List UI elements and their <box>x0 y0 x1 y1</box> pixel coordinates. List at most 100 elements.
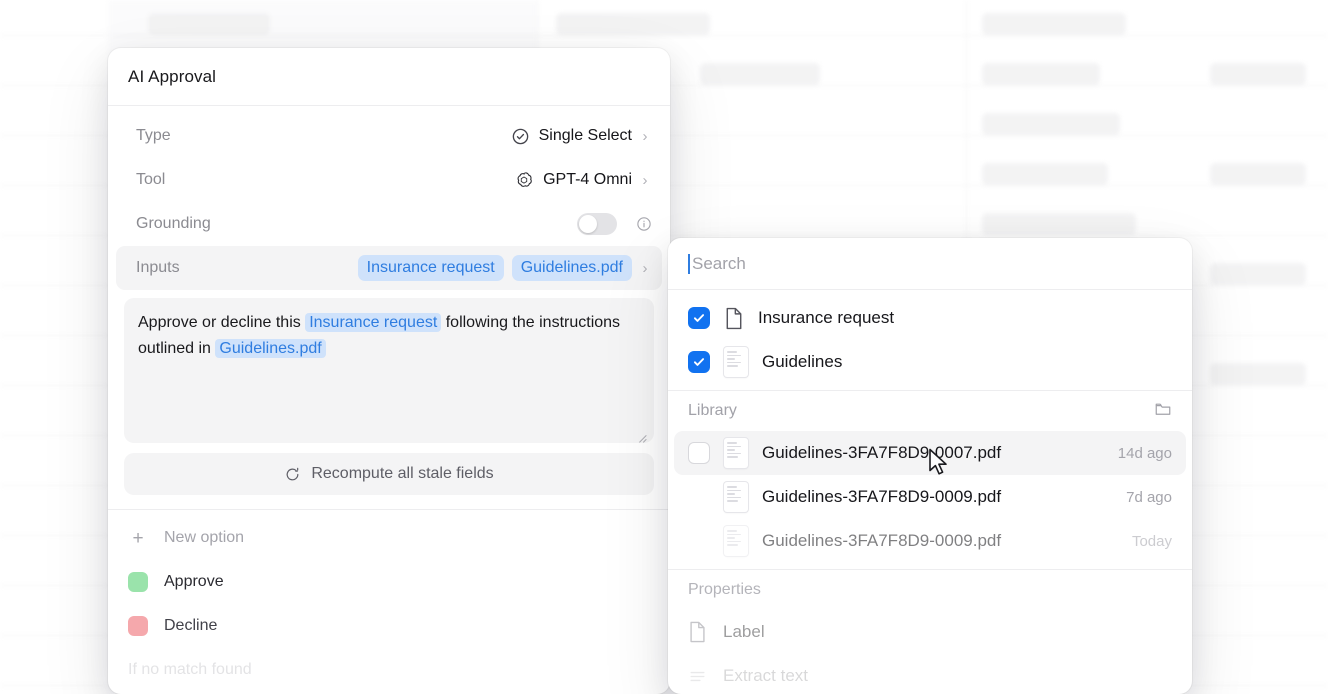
field-title[interactable]: AI Approval <box>128 67 216 87</box>
search-input[interactable]: Search <box>692 254 746 274</box>
option-label: Decline <box>164 617 218 634</box>
background-cell-placeholder <box>1210 163 1306 185</box>
doc-thumbnail-icon <box>724 438 748 468</box>
doc-thumbnail-icon <box>724 526 748 556</box>
option-row-decline[interactable]: Decline <box>108 604 670 648</box>
library-item-label: Guidelines-3FA7F8D9-0007.pdf <box>762 443 1002 462</box>
property-label-inputs: Inputs <box>136 259 180 276</box>
field-panel-header: AI Approval <box>108 48 670 106</box>
input-chip-list: Insurance request Guidelines.pdf <box>357 255 632 281</box>
prompt-token[interactable]: Guidelines.pdf <box>215 339 326 358</box>
prompt-segment-text: Approve or decline this <box>138 314 306 331</box>
property-item-label: Extract text <box>723 666 809 685</box>
checkbox-unchecked[interactable] <box>688 442 710 464</box>
property-row-tool[interactable]: Tool GPT-4 Omni › <box>116 158 662 202</box>
prompt-token[interactable]: Insurance request <box>305 313 442 332</box>
property-value-inputs: Insurance request Guidelines.pdf <box>357 255 632 281</box>
doc-thumbnail-icon <box>724 482 748 512</box>
input-chip[interactable]: Insurance request <box>357 255 504 281</box>
property-item-label[interactable]: Label <box>674 610 1186 654</box>
background-cell-placeholder <box>982 113 1120 135</box>
properties-section-header: Properties <box>668 570 1192 610</box>
library-item-timestamp: 14d ago <box>1117 444 1172 462</box>
option-row-no-match[interactable]: If no match found <box>108 648 670 692</box>
background-cell-placeholder <box>982 13 1126 35</box>
check-circle-icon <box>511 127 530 146</box>
library-title: Library <box>688 402 737 419</box>
library-item-timestamp: Today <box>1131 532 1172 550</box>
recompute-label: Recompute all stale fields <box>311 465 494 482</box>
background-cell-placeholder <box>1210 363 1306 385</box>
property-row-inputs[interactable]: Inputs Insurance request Guidelines.pdf … <box>116 246 662 290</box>
picker-item-insurance-request[interactable]: Insurance request <box>674 296 1186 340</box>
properties-title: Properties <box>688 581 761 598</box>
input-chip[interactable]: Guidelines.pdf <box>511 255 632 281</box>
selected-items-list: Insurance request Guidelines <box>668 290 1192 384</box>
option-label: Approve <box>164 573 224 590</box>
property-value-grounding <box>577 213 652 235</box>
field-panel-body: Type Single Select › Tool GPT-4 Omni › G… <box>108 106 670 692</box>
option-color-swatch <box>128 572 148 592</box>
background-cell-placeholder <box>148 13 270 35</box>
doc-thumbnail-icon <box>724 347 748 377</box>
no-match-label: If no match found <box>128 661 252 678</box>
library-item-label: Guidelines-3FA7F8D9-0009.pdf <box>762 487 1002 506</box>
property-value-type: Single Select <box>511 127 632 146</box>
properties-items-list: Label Extract text <box>668 610 1192 694</box>
library-item[interactable]: Guidelines-3FA7F8D9-0009.pdf Today <box>674 519 1186 563</box>
field-editor-panel: AI Approval Type Single Select › Tool GP… <box>108 48 670 694</box>
lines-icon <box>688 667 707 686</box>
picker-item-guidelines[interactable]: Guidelines <box>674 340 1186 384</box>
library-item-timestamp: 7d ago <box>1126 488 1172 506</box>
checkbox-checked[interactable] <box>688 307 710 329</box>
openai-icon <box>514 170 534 190</box>
chevron-right-icon: › <box>642 171 648 189</box>
property-label-tool: Tool <box>136 171 166 188</box>
screen: AI Approval Type Single Select › Tool GP… <box>0 0 1328 694</box>
option-color-swatch <box>128 616 148 636</box>
background-cell-placeholder <box>1210 63 1306 85</box>
property-row-grounding[interactable]: Grounding <box>116 202 662 246</box>
property-value-text-type: Single Select <box>538 127 632 144</box>
property-label-type: Type <box>136 127 171 144</box>
background-cell-placeholder <box>982 163 1108 185</box>
property-item-extract-text[interactable]: Extract text <box>674 654 1186 694</box>
chevron-right-icon: › <box>642 127 648 145</box>
file-icon <box>688 621 707 643</box>
picker-item-label: Insurance request <box>758 308 895 327</box>
library-item[interactable]: Guidelines-3FA7F8D9-0007.pdf 14d ago <box>674 431 1186 475</box>
grounding-toggle[interactable] <box>577 213 617 235</box>
background-cell-placeholder <box>1210 263 1306 285</box>
property-item-label: Label <box>723 622 765 641</box>
checkbox-checked[interactable] <box>688 351 710 373</box>
picker-item-label: Guidelines <box>762 352 843 371</box>
folder-icon[interactable] <box>1154 400 1172 423</box>
option-row-approve[interactable]: Approve <box>108 560 670 604</box>
background-cell-placeholder <box>700 63 820 85</box>
library-item[interactable]: Guidelines-3FA7F8D9-0009.pdf 7d ago <box>674 475 1186 519</box>
info-icon[interactable] <box>636 216 652 232</box>
prompt-textarea[interactable]: Approve or decline this Insurance reques… <box>124 298 654 443</box>
property-label-grounding: Grounding <box>136 215 211 232</box>
chevron-right-icon: › <box>642 259 648 277</box>
text-caret <box>688 253 690 274</box>
new-option-button[interactable]: + New option <box>108 516 670 560</box>
file-icon <box>724 307 744 330</box>
section-divider <box>108 509 670 510</box>
property-value-text-tool: GPT-4 Omni <box>543 171 632 188</box>
library-item-label: Guidelines-3FA7F8D9-0009.pdf <box>762 531 1002 550</box>
recompute-stale-fields-button[interactable]: Recompute all stale fields <box>124 453 654 495</box>
property-row-type[interactable]: Type Single Select › <box>116 114 662 158</box>
background-cell-placeholder <box>982 213 1136 235</box>
library-items-list: Guidelines-3FA7F8D9-0007.pdf 14d ago Gui… <box>668 431 1192 563</box>
refresh-icon <box>284 466 301 483</box>
plus-icon: + <box>132 527 144 549</box>
search-field[interactable]: Search <box>668 238 1192 290</box>
property-value-tool: GPT-4 Omni <box>514 170 632 190</box>
input-picker-dropdown: Search Insurance request Guidelines Libr… <box>668 238 1192 694</box>
background-cell-placeholder <box>982 63 1100 85</box>
new-option-label: New option <box>164 529 245 546</box>
resize-grip-icon[interactable] <box>636 426 647 443</box>
library-section-header: Library <box>668 391 1192 431</box>
background-cell-placeholder <box>556 13 710 35</box>
